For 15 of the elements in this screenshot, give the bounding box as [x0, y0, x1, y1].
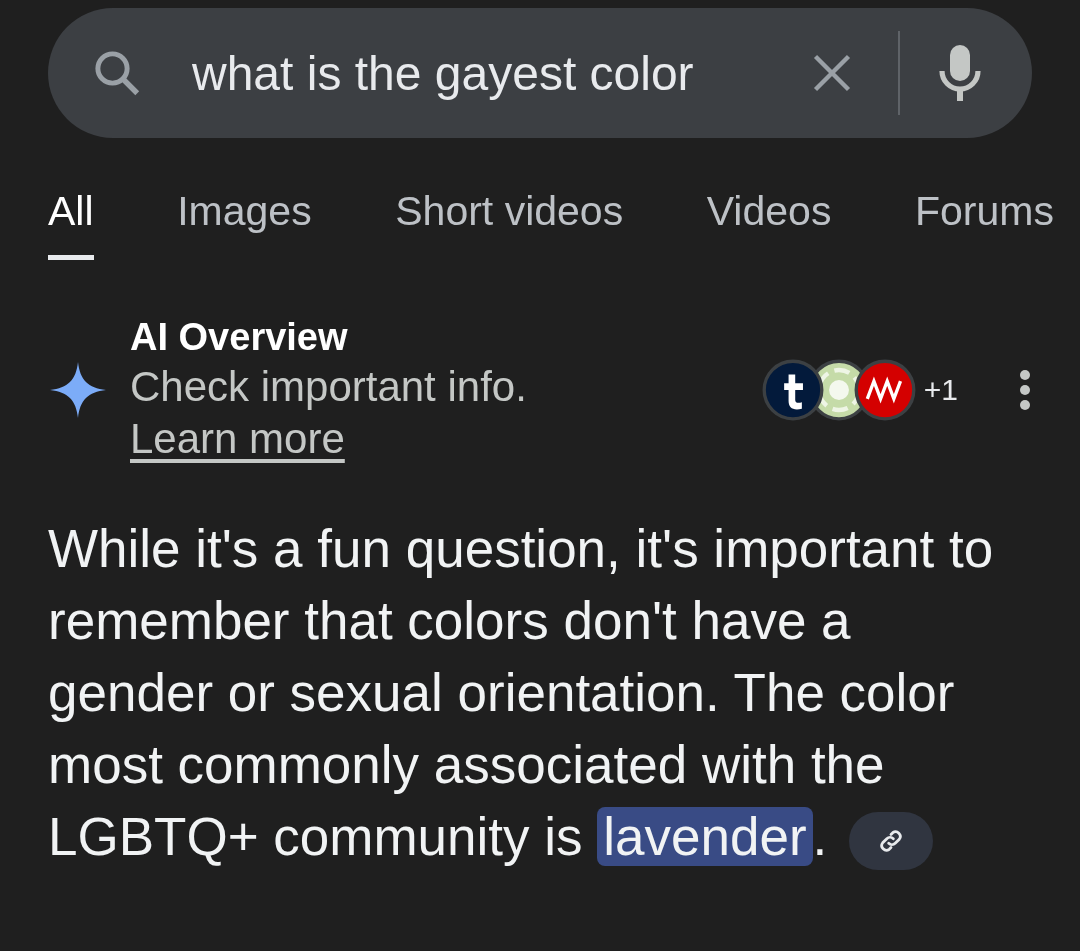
- search-tab[interactable]: Images: [177, 188, 312, 260]
- answer-paragraph: While it's a fun question, it's important to remember that colors don't have a gender or sexual orientation. The color most commonly associated with the LGBTQ+ community is lavender.: [48, 513, 1008, 873]
- learn-more-link[interactable]: Learn more: [130, 415, 345, 463]
- search-tab[interactable]: All: [48, 188, 94, 260]
- search-tab[interactable]: Videos: [706, 188, 832, 260]
- notice-text: Check important info.: [130, 363, 528, 411]
- search-field[interactable]: what is the gayest color: [48, 8, 1032, 138]
- microphone-button[interactable]: [938, 43, 982, 103]
- news-logo-icon: [853, 358, 916, 421]
- tumblr-logo-icon: [761, 358, 824, 421]
- search-tab[interactable]: Forums: [915, 188, 1054, 260]
- search-tab[interactable]: Short videos: [395, 188, 624, 260]
- sources-button[interactable]: +1: [761, 358, 958, 421]
- more-options-icon[interactable]: [1018, 368, 1032, 411]
- overview-title: AI Overview: [130, 316, 349, 359]
